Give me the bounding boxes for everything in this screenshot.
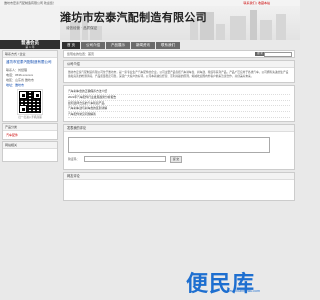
category-card-title: 产品分类 — [3, 124, 57, 131]
nav-home[interactable]: 首 页 — [62, 42, 80, 49]
contact-company-link[interactable]: 潍坊市宏泰汽配制造有限公司 — [6, 60, 54, 65]
contact-person: 联系人：刘经理 — [6, 68, 28, 72]
contact-card: 联系方式 / 企业 潍坊市宏泰汽配制造有限公司 联系人：刘经理 电话：0536-… — [2, 50, 58, 122]
breadcrumb: 您现在的位置：首页 搜 索 — [63, 50, 295, 58]
top-links[interactable]: 联系我们 | 收藏本站 — [244, 1, 270, 5]
qr-caption: 扫一扫进入手机商铺 — [18, 116, 42, 119]
news-item[interactable]: 汽车配件常见问题解答 — [68, 112, 290, 118]
nav-news[interactable]: 新闻资讯 — [130, 42, 155, 49]
comment-textarea[interactable] — [68, 136, 270, 153]
member-years: 第 1 年 — [25, 45, 35, 49]
search-input[interactable] — [264, 51, 292, 58]
contact-card-title: 联系方式 / 企业 — [3, 51, 57, 58]
captcha-label: 验证码： — [68, 157, 80, 162]
category-card: 产品分类 汽车配件 — [2, 123, 58, 140]
breadcrumb-text: 您现在的位置：首页 — [67, 52, 95, 56]
submit-button[interactable]: 提 交 — [170, 155, 182, 163]
slogan: 诚信经营 · 品质保证 — [66, 26, 98, 30]
nav-contact[interactable]: 联系我们 — [155, 42, 180, 49]
contact-phone: 电话：0536-xxxxxxx — [6, 73, 34, 77]
about-panel: 公司介绍 潍坊市宏泰汽配制造有限公司位于潍坊市，是一家专业生产汽车配件的企业，公… — [63, 60, 295, 83]
company-name: 潍坊市宏泰汽配制造有限公司 — [60, 11, 207, 24]
main-content: 您现在的位置：首页 搜 索 公司介绍 潍坊市宏泰汽配制造有限公司位于潍坊市，是一… — [63, 50, 295, 201]
captcha-input[interactable] — [84, 156, 166, 163]
qr-code-icon — [17, 89, 43, 115]
watermark-url: www.bianminku.com — [228, 289, 260, 293]
welcome-text: 潍坊市宏泰汽配制造有限公司 欢迎您！ — [4, 1, 56, 5]
nav-about[interactable]: 公司介绍 — [80, 42, 105, 49]
about-title: 公司介绍 — [64, 61, 294, 68]
watermark-logo: 便民库 — [186, 272, 256, 297]
site-card-title: 网站相关 — [3, 142, 57, 149]
sidebar: 普通会员 第 1 年 联系方式 / 企业 潍坊市宏泰汽配制造有限公司 联系人：刘… — [0, 40, 60, 163]
nav-products[interactable]: 产品展示 — [105, 42, 130, 49]
comment-form-title: 发表我的评论 — [64, 124, 294, 132]
comments-title: 网友评论 — [64, 172, 294, 180]
contact-region: 地区：山东省 潍坊市 — [6, 78, 34, 82]
category-item[interactable]: 汽车配件 — [6, 133, 54, 137]
comments-panel: 网友评论 — [63, 171, 295, 201]
about-text: 潍坊市宏泰汽配制造有限公司位于潍坊市，是一家专业生产汽车配件的企业，公司主要产品… — [68, 71, 289, 78]
company-logo: 潍坊市宏泰汽配制造有限公司 — [60, 9, 207, 25]
news-panel: 汽车刹车盘的正确保养方法介绍 2021年汽车配件行业发展趋势分析报告 如何选择合… — [63, 85, 295, 122]
main-nav: 首 页 公司介绍 产品展示 新闻资讯 联系我们 — [62, 42, 181, 49]
contact-address: 地址：潍坊市 — [6, 83, 25, 87]
comment-form-panel: 发表我的评论 验证码： 提 交 — [63, 123, 295, 170]
site-card: 网站相关 — [2, 141, 58, 162]
